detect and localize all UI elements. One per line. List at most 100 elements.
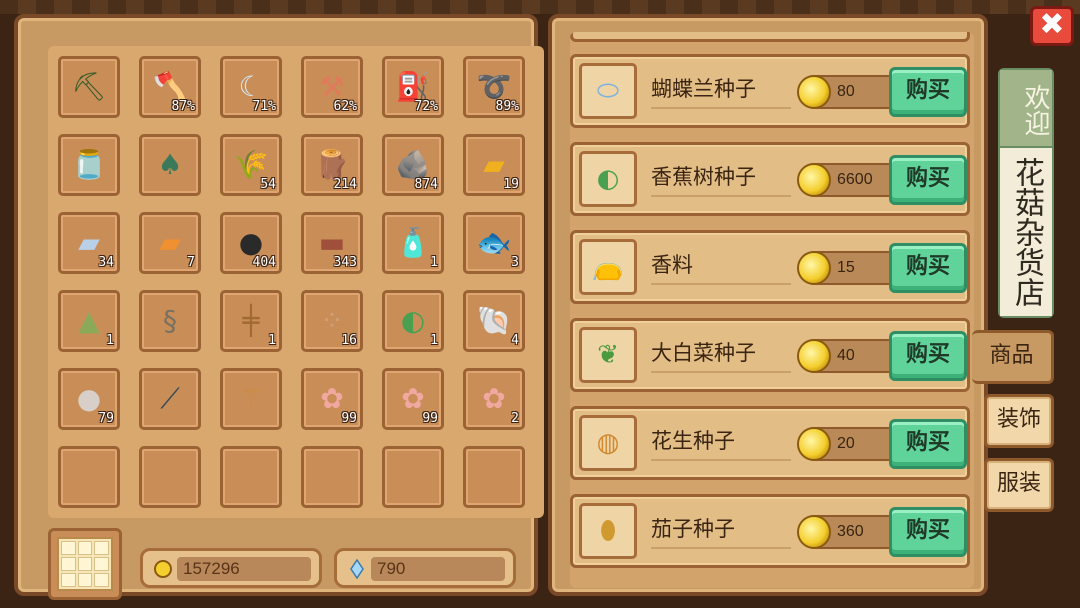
buy-button[interactable]: 购买 [889, 331, 967, 381]
buy-button[interactable]: 购买 [889, 243, 967, 293]
shop-item-row: ⬮ 茄子种子 360 购买 [570, 494, 970, 568]
buy-button[interactable]: 购买 [889, 419, 967, 469]
inventory-panel: ⛏ 🪓 87% ☾ 71% ⚒ 62% ⛽ 72% ➰ 89% 🫙 ♠ 🌾 54 🪵 214 🪨 874 ▰ 19 ▰ 34… [14, 14, 544, 600]
inventory-slot[interactable]: ⛽ 72% [382, 56, 444, 118]
buy-button[interactable]: 购买 [889, 67, 967, 117]
inventory-slot[interactable]: 🪨 874 [382, 134, 444, 196]
close-button[interactable]: ✖ [1030, 6, 1074, 46]
item-count: 71% [252, 99, 276, 114]
inventory-slot[interactable]: ✿ 99 [382, 368, 444, 430]
tab-clothing[interactable]: 服装 [984, 458, 1054, 512]
snake-icon: § [163, 304, 177, 337]
inventory-slot[interactable]: ♠ [139, 134, 201, 196]
shop-item-name: 香料 [651, 249, 791, 285]
inventory-slot[interactable]: 🫙 [58, 134, 120, 196]
inventory-slot[interactable]: ➰ 89% [463, 56, 525, 118]
buy-button[interactable]: 购买 [889, 155, 967, 205]
item-count: 99 [422, 411, 438, 426]
item-count: 1 [430, 333, 438, 348]
item-count: 874 [414, 177, 438, 192]
shop-item-name: 茄子种子 [651, 513, 791, 549]
inventory-slot[interactable]: ⁘ 16 [301, 290, 363, 352]
item-count: 404 [252, 255, 276, 270]
inventory-slot-empty[interactable] [463, 446, 525, 508]
item-count: 214 [333, 177, 357, 192]
inventory-slot-empty[interactable] [139, 446, 201, 508]
shop-item-row: ❦ 大白菜种子 40 购买 [570, 318, 970, 392]
gold-coin-icon [797, 163, 831, 197]
gem-icon [350, 559, 364, 579]
peanut-seed-icon: ◍ [579, 415, 637, 471]
shop-item-name: 蝴蝶兰种子 [651, 73, 791, 109]
shop-banner: 欢迎 花菇杂货店 [998, 68, 1054, 318]
inventory-slot[interactable]: ✿ 99 [301, 368, 363, 430]
price-tag: 40 [797, 339, 895, 373]
inventory-slot[interactable]: ● 79 [58, 368, 120, 430]
pickaxe-icon: ⛏ [71, 70, 107, 103]
inventory-slot[interactable]: ✿ 2 [463, 368, 525, 430]
item-count: 1 [106, 333, 114, 348]
price-tag: 20 [797, 427, 895, 461]
item-count: 34 [98, 255, 114, 270]
inventory-slot[interactable]: ⛏ [58, 56, 120, 118]
tab-goods[interactable]: 商品 [972, 330, 1054, 384]
crowbar-icon: ⟋ [160, 382, 180, 415]
inventory-slot[interactable]: 🪵 214 [301, 134, 363, 196]
gold-balance: 157296 [140, 548, 322, 588]
inventory-slot[interactable]: ▰ 19 [463, 134, 525, 196]
item-count: 99 [341, 411, 357, 426]
price-value: 360 [837, 523, 864, 540]
shop-item-list[interactable]: ⬭ 蝴蝶兰种子 80 购买 ◐ 香蕉树种子 6600 购买 👝 香料 15 购买 ❦ 大白菜种子 40 购买 ◍… [570, 32, 974, 588]
inventory-slot[interactable]: 🐚 4 [463, 290, 525, 352]
inventory-slot[interactable]: ◐ 1 [382, 290, 444, 352]
inventory-slot[interactable]: 🌾 54 [220, 134, 282, 196]
scepter-icon: ⚚ [238, 382, 264, 415]
item-count: 89% [495, 99, 519, 114]
item-count: 62% [333, 99, 357, 114]
price-tag: 15 [797, 251, 895, 285]
price-value: 6600 [837, 171, 873, 188]
inventory-slot[interactable]: 🐟 3 [463, 212, 525, 274]
item-count: 2 [511, 411, 519, 426]
buy-button[interactable]: 购买 [889, 507, 967, 557]
inventory-slot-empty[interactable] [58, 446, 120, 508]
inventory-slot[interactable]: ▬ 343 [301, 212, 363, 274]
inventory-slot[interactable]: ╪ 1 [220, 290, 282, 352]
inventory-expand-button[interactable] [48, 528, 122, 600]
inventory-slot[interactable]: ⟋ [139, 368, 201, 430]
price-value: 40 [837, 347, 855, 364]
item-count: 1 [268, 333, 276, 348]
inventory-slot[interactable]: ▰ 7 [139, 212, 201, 274]
inventory-slot-empty[interactable] [220, 446, 282, 508]
inventory-slot[interactable]: ▲ 1 [58, 290, 120, 352]
inventory-slot[interactable]: ⚚ [220, 368, 282, 430]
item-count: 1 [430, 255, 438, 270]
spice-bag-icon: 👝 [579, 239, 637, 295]
inventory-grid: ⛏ 🪓 87% ☾ 71% ⚒ 62% ⛽ 72% ➰ 89% 🫙 ♠ 🌾 54 🪵 214 🪨 874 ▰ 19 ▰ 34… [48, 46, 544, 518]
gold-coin-icon [797, 339, 831, 373]
inventory-slot[interactable]: ⚒ 62% [301, 56, 363, 118]
shop-item-row: 👝 香料 15 购买 [570, 230, 970, 304]
item-count: 4 [511, 333, 519, 348]
banana-seed-icon: ◐ [579, 151, 637, 207]
eggplant-seed-icon: ⬮ [579, 503, 637, 559]
inventory-slot[interactable]: ● 404 [220, 212, 282, 274]
inventory-slot-empty[interactable] [301, 446, 363, 508]
shovel-icon: ♠ [157, 148, 183, 181]
gold-coin-icon [797, 251, 831, 285]
cabbage-seed-icon: ❦ [579, 327, 637, 383]
inventory-slot[interactable]: ☾ 71% [220, 56, 282, 118]
shop-item-row: ◍ 花生种子 20 购买 [570, 406, 970, 480]
grid-icon [57, 537, 113, 591]
inventory-slot[interactable]: 🧴 1 [382, 212, 444, 274]
item-count: 19 [503, 177, 519, 192]
inventory-slot[interactable]: ▰ 34 [58, 212, 120, 274]
inventory-slot[interactable]: § [139, 290, 201, 352]
shop-item-name: 大白菜种子 [651, 337, 791, 373]
item-count: 79 [98, 411, 114, 426]
price-tag: 360 [797, 515, 895, 549]
inventory-slot-empty[interactable] [382, 446, 444, 508]
tab-decoration[interactable]: 装饰 [984, 394, 1054, 448]
price-value: 20 [837, 435, 855, 452]
inventory-slot[interactable]: 🪓 87% [139, 56, 201, 118]
